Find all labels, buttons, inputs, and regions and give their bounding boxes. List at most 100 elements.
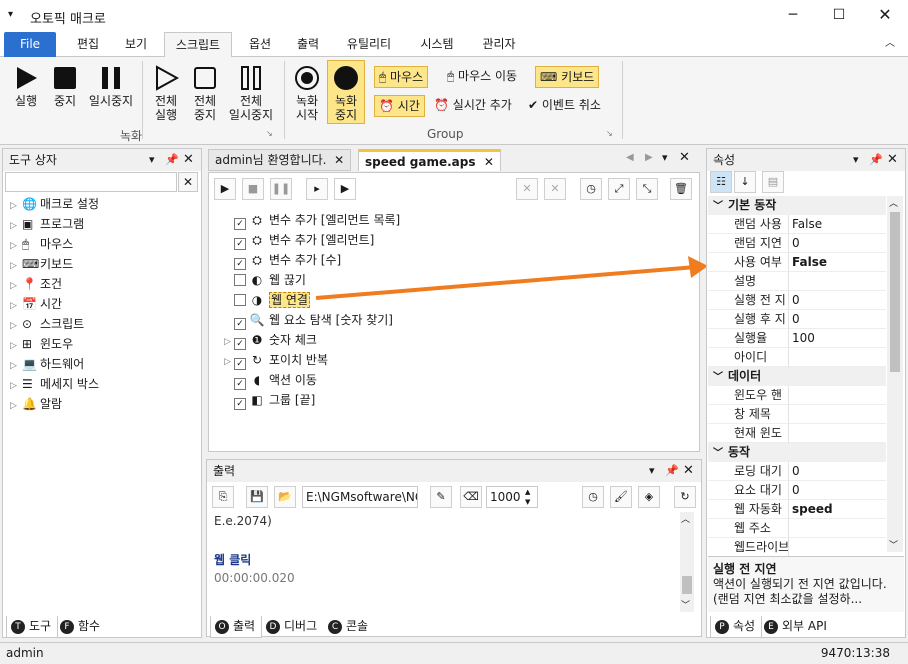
action-checkbox[interactable]: ✓ bbox=[234, 398, 246, 410]
toolbox-item[interactable]: ▷ ▣ 프로그램 bbox=[10, 214, 84, 234]
record-start-button[interactable]: 녹화 시작 bbox=[290, 65, 324, 122]
property-value[interactable]: speed bbox=[792, 500, 833, 519]
menu-output[interactable]: 출력 bbox=[286, 32, 330, 57]
property-value[interactable]: 0 bbox=[792, 234, 800, 253]
event-cancel-toggle[interactable]: ✔ 이벤트 취소 bbox=[524, 95, 605, 117]
toolbox-item[interactable]: ▷ 🌐 매크로 설정 bbox=[10, 194, 99, 214]
property-value[interactable]: False bbox=[792, 215, 822, 234]
expand-icon[interactable]: ▷ bbox=[10, 316, 22, 336]
property-value[interactable]: 0 bbox=[792, 462, 800, 481]
step-run-button[interactable]: ▸ bbox=[306, 178, 328, 200]
history-icon[interactable]: ◷ bbox=[580, 178, 602, 200]
property-value[interactable]: 100 bbox=[792, 329, 815, 348]
categorized-view-icon[interactable]: ☷ bbox=[710, 171, 732, 193]
action-checkbox[interactable]: ✓ bbox=[234, 258, 246, 270]
brush-icon[interactable]: 🖌 bbox=[610, 486, 632, 508]
close-icon[interactable]: ✕ bbox=[862, 0, 908, 32]
property-row[interactable]: 실행율 100 bbox=[708, 329, 886, 348]
clean-icon[interactable]: ✎ bbox=[430, 486, 452, 508]
property-scrollbar[interactable]: ︿ ﹀ bbox=[887, 196, 903, 552]
toolbox-item[interactable]: ▷ 🔔 알람 bbox=[10, 394, 62, 414]
action-item[interactable]: ✓ 🔍 웹 요소 탐색 [숫자 찾기] bbox=[224, 310, 393, 330]
scrollbar-thumb[interactable] bbox=[682, 576, 692, 594]
expand-icon[interactable]: ▷ bbox=[10, 216, 22, 236]
property-row[interactable]: 로딩 대기 0 bbox=[708, 462, 886, 481]
editor-stop-button[interactable]: ■ bbox=[242, 178, 264, 200]
stop-all-button[interactable]: 전체 중지 bbox=[188, 65, 222, 122]
dropdown-icon[interactable]: ▾ bbox=[853, 149, 859, 171]
minimize-icon[interactable]: ─ bbox=[770, 0, 816, 32]
tab-console[interactable]: C 콘솔 bbox=[324, 616, 374, 638]
toolbox-item[interactable]: ▷ 📍 조건 bbox=[10, 274, 62, 294]
tab-tools[interactable]: T 도구 bbox=[6, 616, 59, 638]
pause-all-button[interactable]: 전체 일시중지 bbox=[226, 65, 276, 122]
pause-button[interactable]: 일시중지 bbox=[86, 65, 136, 108]
tab-properties[interactable]: P 속성 bbox=[710, 616, 763, 638]
dropdown-icon[interactable]: ▾ bbox=[149, 149, 155, 171]
collapse-icon[interactable]: ﹀ bbox=[708, 368, 728, 387]
action-item[interactable]: ✓ ⛭ 변수 추가 [엘리먼트] bbox=[224, 230, 374, 250]
pin-icon[interactable]: 📌 bbox=[665, 460, 679, 482]
scroll-down-icon[interactable]: ﹀ bbox=[681, 598, 690, 611]
close-icon[interactable]: ✕ bbox=[679, 150, 690, 165]
new-log-icon[interactable]: ⎘ bbox=[212, 486, 234, 508]
system-menu-icon[interactable]: ▾ bbox=[8, 9, 13, 20]
toolbox-search-input[interactable] bbox=[5, 172, 177, 192]
action-item[interactable]: ✓ ◖ 액션 이동 bbox=[224, 370, 317, 390]
tab-welcome[interactable]: admin님 환영합니다. ✕ bbox=[208, 149, 352, 171]
scroll-down-icon[interactable]: ﹀ bbox=[889, 538, 898, 551]
action-item[interactable]: ◐ 웹 끊기 bbox=[224, 270, 306, 290]
maximize-icon[interactable]: ☐ bbox=[816, 0, 862, 32]
action-checkbox[interactable]: ✓ bbox=[234, 218, 246, 230]
close-icon[interactable]: ✕ bbox=[683, 460, 694, 482]
file-menu[interactable]: File bbox=[4, 32, 56, 57]
tab-external-api[interactable]: E 외부 API bbox=[760, 616, 833, 638]
collapse-icon[interactable]: ﹀ bbox=[708, 197, 728, 216]
tab-scroll-left-icon[interactable]: ◀ bbox=[626, 152, 634, 163]
toolbox-item[interactable]: ▷ ⌨키보드 bbox=[10, 254, 73, 274]
action-item[interactable]: ▷ ✓ ↻ 포이치 반복 bbox=[224, 350, 328, 370]
menu-edit[interactable]: 편집 bbox=[66, 32, 110, 57]
menu-system[interactable]: 시스템 bbox=[410, 32, 464, 57]
expand-icon[interactable]: ▷ bbox=[10, 276, 22, 296]
property-row[interactable]: 현재 윈도 bbox=[708, 424, 886, 443]
delete-icon[interactable]: 🗑 bbox=[670, 178, 692, 200]
property-row[interactable]: 랜덤 사용 False bbox=[708, 215, 886, 234]
toolbox-item[interactable]: ▷ ⊞ 윈도우 bbox=[10, 334, 73, 354]
output-scrollbar[interactable]: ︿ ﹀ bbox=[680, 512, 694, 612]
property-pages-icon[interactable]: ▤ bbox=[762, 171, 784, 193]
property-row[interactable]: 창 제목 bbox=[708, 405, 886, 424]
property-category[interactable]: ﹀ 동작 bbox=[708, 443, 886, 462]
close-tab-icon[interactable]: ✕ bbox=[484, 155, 494, 169]
expand-icon[interactable]: ▷ bbox=[10, 196, 22, 216]
refresh-icon[interactable]: ↻ bbox=[674, 486, 696, 508]
disable-all-button[interactable]: ✕ bbox=[544, 178, 566, 200]
property-row[interactable]: 웹드라이브 bbox=[708, 538, 886, 557]
tab-speed-game[interactable]: speed game.aps ✕ bbox=[358, 149, 501, 171]
expand-icon[interactable]: ▷ bbox=[10, 256, 22, 276]
scrollbar-thumb[interactable] bbox=[890, 212, 900, 372]
action-checkbox[interactable]: ✓ bbox=[234, 338, 246, 350]
mouse-move-toggle[interactable]: 🖱 마우스 이동 bbox=[443, 66, 521, 88]
action-checkbox[interactable]: ✓ bbox=[234, 318, 246, 330]
clear-search-icon[interactable]: ✕ bbox=[178, 172, 198, 192]
editor-pause-button[interactable]: ❚❚ bbox=[270, 178, 292, 200]
dropdown-icon[interactable]: ▾ bbox=[649, 460, 655, 482]
property-row[interactable]: 요소 대기 0 bbox=[708, 481, 886, 500]
interval-stepper[interactable]: 1000 ▲ ▼ bbox=[486, 486, 538, 508]
expand-icon[interactable]: ▷ bbox=[10, 376, 22, 396]
property-category[interactable]: ﹀ 데이터 bbox=[708, 367, 886, 386]
property-row[interactable]: 사용 여부 False bbox=[708, 253, 886, 272]
eraser-icon[interactable]: ⌫ bbox=[460, 486, 482, 508]
stop-button[interactable]: 중지 bbox=[48, 65, 82, 108]
toolbox-item[interactable]: ▷ 💻 하드웨어 bbox=[10, 354, 84, 374]
property-row[interactable]: 아이디 bbox=[708, 348, 886, 367]
property-row[interactable]: 설명 bbox=[708, 272, 886, 291]
stepper-arrows-icon[interactable]: ▲ ▼ bbox=[525, 487, 530, 507]
run-button[interactable]: 실행 bbox=[8, 65, 44, 108]
menu-view[interactable]: 보기 bbox=[114, 32, 158, 57]
pin-icon[interactable]: 📌 bbox=[869, 149, 883, 171]
property-category[interactable]: ﹀ 기본 동작 bbox=[708, 196, 886, 215]
fill-icon[interactable]: ◈ bbox=[638, 486, 660, 508]
tab-functions[interactable]: F 함수 bbox=[56, 616, 106, 638]
